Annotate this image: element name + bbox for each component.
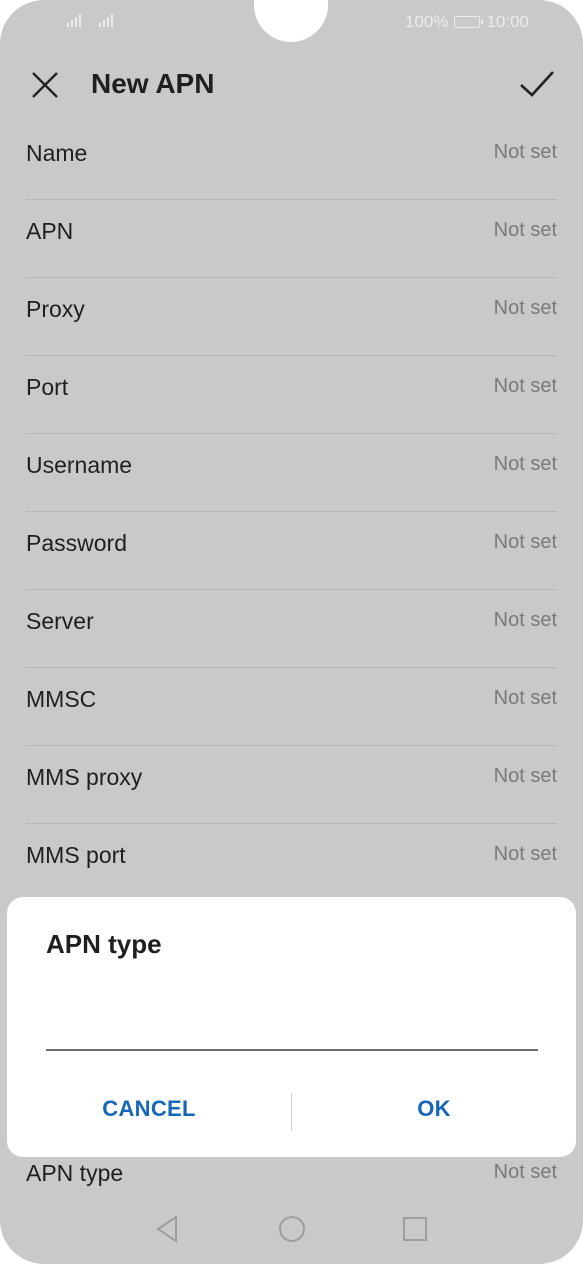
home-icon[interactable] — [278, 1214, 306, 1244]
signal-icon — [67, 14, 81, 27]
page-title: New APN — [91, 68, 215, 99]
dialog-title: APN type — [46, 929, 162, 959]
field-value: Not set — [493, 609, 557, 631]
field-label: Name — [26, 140, 88, 166]
phone-screen: 100% 10:00 New APN Name Not set APN Not … — [0, 0, 583, 1264]
battery-percent: 100% — [404, 12, 449, 31]
field-row-port[interactable]: Port Not set — [26, 356, 557, 434]
field-label: Username — [26, 452, 133, 478]
field-label: MMSC — [26, 686, 97, 712]
battery-icon — [454, 16, 484, 28]
field-value: Not set — [493, 843, 557, 865]
field-label: Proxy — [26, 296, 85, 322]
field-label: APN type — [26, 1160, 124, 1186]
apn-type-dialog: APN type CANCEL OK — [7, 897, 576, 1157]
clock: 10:00 — [486, 12, 529, 31]
recents-icon[interactable] — [402, 1214, 428, 1244]
apn-type-input[interactable] — [46, 1003, 538, 1051]
status-right: 100% 10:00 — [405, 12, 529, 32]
close-button[interactable] — [26, 66, 64, 104]
ok-button[interactable]: OK — [292, 1089, 576, 1129]
field-label: MMS proxy — [26, 764, 143, 790]
field-row-mms-port[interactable]: MMS port Not set — [26, 824, 557, 902]
field-row-mms-proxy[interactable]: MMS proxy Not set — [26, 746, 557, 824]
field-label: APN — [26, 218, 74, 244]
field-row-server[interactable]: Server Not set — [26, 590, 557, 668]
field-label: MMS port — [26, 842, 126, 868]
field-row-name[interactable]: Name Not set — [26, 122, 557, 200]
field-row-username[interactable]: Username Not set — [26, 434, 557, 512]
field-row-mmsc[interactable]: MMSC Not set — [26, 668, 557, 746]
field-row-apn[interactable]: APN Not set — [26, 200, 557, 278]
navigation-bar — [0, 1198, 583, 1264]
field-row-proxy[interactable]: Proxy Not set — [26, 278, 557, 356]
field-value: Not set — [493, 375, 557, 397]
back-icon[interactable] — [154, 1214, 180, 1244]
app-bar: New APN — [0, 46, 583, 122]
close-icon — [32, 72, 58, 98]
field-value: Not set — [493, 297, 557, 319]
field-label: Server — [26, 608, 94, 634]
cancel-button[interactable]: CANCEL — [7, 1089, 291, 1129]
field-value: Not set — [493, 1161, 557, 1183]
field-row-password[interactable]: Password Not set — [26, 512, 557, 590]
save-button[interactable] — [517, 64, 557, 104]
field-label: Password — [26, 530, 127, 556]
field-value: Not set — [493, 219, 557, 241]
field-label: Port — [26, 374, 69, 400]
field-value: Not set — [493, 453, 557, 475]
field-value: Not set — [493, 765, 557, 787]
field-value: Not set — [493, 141, 557, 163]
field-value: Not set — [493, 687, 557, 709]
signal-icon — [99, 14, 113, 27]
apn-field-list: Name Not set APN Not set Proxy Not set P… — [26, 122, 557, 1186]
field-value: Not set — [493, 531, 557, 553]
check-icon — [520, 71, 554, 97]
